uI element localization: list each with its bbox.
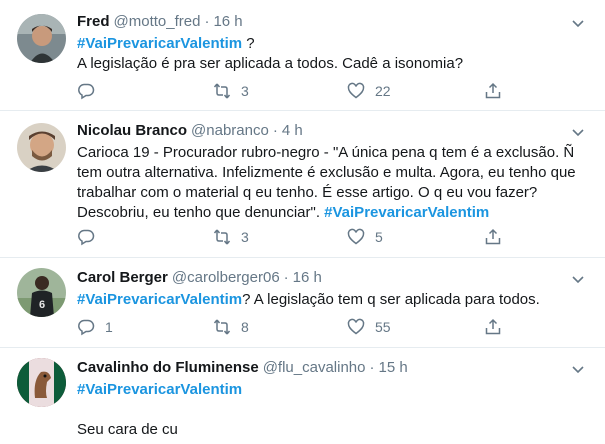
chevron-down-icon[interactable] [571,272,585,286]
share-icon [485,318,501,335]
retweet-icon [213,229,231,245]
author-name[interactable]: Carol Berger [77,269,168,286]
retweet-count: 3 [241,229,249,245]
avatar-carol[interactable]: 6 [17,268,66,317]
tweet-time[interactable]: 16 h [293,269,322,286]
chevron-down-icon[interactable] [571,362,585,376]
share-button[interactable] [484,228,502,246]
retweet-count: 3 [241,83,249,99]
hashtag-link[interactable]: #VaiPrevaricarValentim [77,35,242,52]
tweet-4[interactable]: Cavalinho do Fluminense @flu_cavalinho · 15… [0,348,605,444]
author-handle[interactable]: @flu_cavalinho [263,359,366,376]
separator-dot: · [369,359,375,376]
like-icon [347,82,365,99]
separator-dot: · [204,13,210,30]
avatar-cavalinho[interactable] [17,358,66,407]
avatar-image [17,14,66,63]
like-icon [347,228,365,245]
tweet-2[interactable]: Nicolau Branco @nabranco · 4 h Carioca 19 -… [0,111,605,258]
tweet-header: Nicolau Branco @nabranco · 4 h [77,122,303,140]
tweet-header: Carol Berger @carolberger06 · 16 h [77,269,322,287]
tweet-text-part: A legislação é pra ser aplicada a todos.… [77,55,464,72]
tweet-time[interactable]: 15 h [379,359,408,376]
share-button[interactable] [484,318,502,336]
retweet-button[interactable]: 8 [213,318,249,336]
tweet-text: Carioca 19 - Procurador rubro-negro - "A… [77,143,577,223]
reply-icon [78,319,95,336]
tweet-text-part: ? [242,35,255,52]
retweet-count: 8 [241,319,249,335]
share-icon [485,82,501,99]
retweet-button[interactable]: 3 [213,82,249,100]
like-count: 55 [375,319,391,335]
reply-button[interactable]: 1 [77,318,113,336]
separator-dot: · [272,122,278,139]
retweet-icon [213,83,231,99]
like-count: 5 [375,229,383,245]
share-button[interactable] [484,82,502,100]
share-icon [485,228,501,245]
tweet-text-part: Seu cara de cu [77,421,178,438]
reply-button[interactable] [77,228,105,246]
avatar-image [17,123,66,172]
tweet-3[interactable]: 6 Carol Berger @carolberger06 · 16 h #VaiPr… [0,258,605,348]
tweet-1[interactable]: Fred @motto_fred · 16 h #VaiPrevaricarValen… [0,0,605,111]
like-icon [347,318,365,335]
tweet-text: #VaiPrevaricarValentim [77,380,587,400]
chevron-down-icon[interactable] [571,16,585,30]
reply-icon [78,229,95,246]
hashtag-link[interactable]: #VaiPrevaricarValentim [324,204,489,221]
hashtag-link[interactable]: #VaiPrevaricarValentim [77,291,242,308]
author-handle[interactable]: @carolberger06 [172,269,280,286]
tweet-time[interactable]: 16 h [213,13,242,30]
tweet-text-part: ? A legislação tem q ser aplicada para t… [242,291,540,308]
tweet-text: #VaiPrevaricarValentim ? A legislação é … [77,34,587,74]
author-name[interactable]: Fred [77,13,110,30]
tweet-feed: Fred @motto_fred · 16 h #VaiPrevaricarValen… [0,0,605,444]
like-button[interactable]: 22 [347,82,391,100]
tweet-text-second-paragraph: Seu cara de cu [77,420,587,440]
reply-icon [78,83,95,100]
like-button[interactable]: 55 [347,318,391,336]
tweet-time[interactable]: 4 h [282,122,303,139]
like-count: 22 [375,83,391,99]
separator-dot: · [283,269,289,286]
author-name[interactable]: Cavalinho do Fluminense [77,359,259,376]
like-button[interactable]: 5 [347,228,383,246]
hashtag-link[interactable]: #VaiPrevaricarValentim [77,381,242,398]
retweet-button[interactable]: 3 [213,228,249,246]
svg-text:6: 6 [39,299,45,311]
avatar-fred[interactable] [17,14,66,63]
author-handle[interactable]: @motto_fred [114,13,201,30]
tweet-header: Fred @motto_fred · 16 h [77,13,243,31]
avatar-nicolau[interactable] [17,123,66,172]
author-handle[interactable]: @nabranco [191,122,269,139]
tweet-header: Cavalinho do Fluminense @flu_cavalinho · 15… [77,359,408,377]
avatar-image: 6 [17,268,66,317]
chevron-down-icon[interactable] [571,125,585,139]
tweet-text: #VaiPrevaricarValentim? A legislação tem… [77,290,587,310]
reply-button[interactable] [77,82,105,100]
retweet-icon [213,319,231,335]
avatar-image [17,358,66,407]
reply-count: 1 [105,319,113,335]
author-name[interactable]: Nicolau Branco [77,122,187,139]
